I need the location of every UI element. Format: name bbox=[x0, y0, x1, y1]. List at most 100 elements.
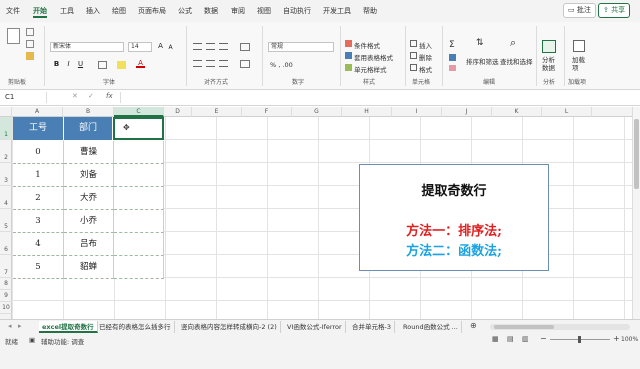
row-header[interactable]: 10 bbox=[0, 302, 12, 314]
column-header[interactable]: C bbox=[114, 107, 164, 117]
column-header[interactable]: I bbox=[392, 107, 442, 117]
row-header[interactable]: 4 bbox=[0, 186, 12, 209]
font-size-select[interactable]: 14 bbox=[128, 42, 152, 52]
align-center-icon[interactable] bbox=[206, 60, 215, 67]
table-cell[interactable]: 小乔 bbox=[64, 210, 114, 233]
grow-font-icon[interactable]: A bbox=[156, 42, 165, 51]
table-cell[interactable] bbox=[114, 210, 164, 233]
insert-cells-button[interactable]: 插入 bbox=[419, 40, 432, 50]
sheet-tab[interactable]: 合并单元格-3 bbox=[349, 321, 395, 333]
zoom-out-button[interactable]: − bbox=[540, 334, 547, 343]
table-cell[interactable]: 曹操 bbox=[64, 141, 114, 164]
sheet-tab[interactable]: VI函数公式-Iferror bbox=[284, 321, 346, 333]
column-header[interactable]: D bbox=[164, 107, 192, 117]
menu-data[interactable]: 数据 bbox=[204, 6, 218, 16]
currency-icon[interactable]: % , .00 bbox=[270, 61, 293, 69]
table-cell[interactable]: 吕布 bbox=[64, 233, 114, 256]
menu-home[interactable]: 开始 bbox=[33, 6, 47, 16]
fill-color-icon[interactable] bbox=[117, 61, 126, 69]
menu-formulas[interactable]: 公式 bbox=[178, 6, 192, 16]
normal-view-icon[interactable]: ▦ bbox=[492, 335, 499, 343]
name-box[interactable]: C1 bbox=[3, 92, 47, 103]
column-header[interactable]: B bbox=[63, 107, 114, 117]
row-header[interactable]: 9 bbox=[0, 290, 12, 302]
table-cell[interactable] bbox=[114, 256, 164, 279]
align-bottom-icon[interactable] bbox=[219, 43, 228, 50]
horizontal-scroll-thumb[interactable] bbox=[494, 325, 554, 329]
page-layout-view-icon[interactable]: ▤ bbox=[507, 335, 514, 343]
enter-icon[interactable]: ✓ bbox=[88, 92, 94, 100]
align-middle-icon[interactable] bbox=[206, 43, 215, 50]
paste-icon[interactable] bbox=[7, 28, 20, 44]
column-header[interactable]: G bbox=[292, 107, 342, 117]
underline-button[interactable]: U bbox=[76, 60, 85, 69]
align-top-icon[interactable] bbox=[193, 43, 202, 50]
selected-cell[interactable]: ✥ bbox=[113, 117, 164, 140]
scroll-thumb[interactable] bbox=[634, 119, 639, 189]
conditional-format-button[interactable]: 条件格式 bbox=[354, 40, 380, 50]
row-header[interactable]: 8 bbox=[0, 278, 12, 290]
menu-developer[interactable]: 开发工具 bbox=[323, 6, 351, 16]
zoom-in-button[interactable]: + bbox=[613, 334, 620, 343]
table-cell[interactable]: 5 bbox=[13, 256, 64, 279]
next-sheet-icon[interactable]: ▸ bbox=[18, 322, 22, 330]
column-header[interactable]: J bbox=[442, 107, 492, 117]
align-left-icon[interactable] bbox=[193, 60, 202, 67]
font-name-select[interactable]: 新宋体 bbox=[50, 42, 124, 52]
table-cell[interactable]: 2 bbox=[13, 187, 64, 210]
row-header[interactable]: 1 bbox=[0, 117, 12, 140]
column-header[interactable]: K bbox=[492, 107, 542, 117]
autosum-icon[interactable]: Σ bbox=[449, 40, 455, 50]
cut-icon[interactable] bbox=[26, 28, 34, 36]
menu-automate[interactable]: 自动执行 bbox=[283, 6, 311, 16]
row-header[interactable]: 2 bbox=[0, 140, 12, 163]
text-box[interactable]: 提取奇数行 方法一：排序法; 方法二：函数法; bbox=[359, 164, 549, 271]
cancel-icon[interactable]: ✕ bbox=[72, 92, 78, 100]
table-cell[interactable] bbox=[114, 141, 164, 164]
zoom-slider[interactable] bbox=[550, 336, 610, 343]
table-cell[interactable]: 貂蝉 bbox=[64, 256, 114, 279]
sort-filter-button[interactable]: 排序和筛选 bbox=[466, 56, 499, 66]
zoom-slider-thumb[interactable] bbox=[578, 336, 581, 343]
table-cell[interactable]: 0 bbox=[13, 141, 64, 164]
table-header-cell[interactable]: 工号 bbox=[13, 117, 64, 140]
macro-record-icon[interactable]: ▣ bbox=[29, 336, 35, 344]
addins-button[interactable]: 加载项 bbox=[572, 56, 586, 72]
menu-page-layout[interactable]: 页面布局 bbox=[138, 6, 166, 16]
wrap-text-icon[interactable] bbox=[240, 43, 250, 51]
table-cell[interactable] bbox=[114, 187, 164, 210]
row-header[interactable]: 3 bbox=[0, 163, 12, 186]
fill-icon[interactable] bbox=[449, 54, 456, 61]
shrink-font-icon[interactable]: A bbox=[166, 43, 175, 52]
column-header[interactable]: L bbox=[542, 107, 592, 117]
add-sheet-icon[interactable]: ⊕ bbox=[470, 321, 477, 330]
table-cell[interactable]: 1 bbox=[13, 164, 64, 187]
menu-insert[interactable]: 插入 bbox=[86, 6, 100, 16]
border-icon[interactable] bbox=[98, 61, 107, 69]
comment-button[interactable]: ▭ 批注 bbox=[563, 3, 596, 18]
menu-review[interactable]: 审阅 bbox=[231, 6, 245, 16]
column-header[interactable]: F bbox=[242, 107, 292, 117]
menu-view[interactable]: 视图 bbox=[257, 6, 271, 16]
menu-help[interactable]: 帮助 bbox=[363, 6, 377, 16]
column-header[interactable]: H bbox=[342, 107, 392, 117]
row-header[interactable]: 6 bbox=[0, 232, 12, 255]
row-header[interactable]: 7 bbox=[0, 255, 12, 278]
sheet-tab[interactable]: 竖向表格内容怎样转成横向-2 (2) bbox=[178, 321, 281, 333]
menu-file[interactable]: 文件 bbox=[6, 6, 20, 16]
vertical-scrollbar[interactable] bbox=[632, 107, 640, 319]
page-break-view-icon[interactable]: ▥ bbox=[522, 335, 529, 343]
menu-draw[interactable]: 绘图 bbox=[112, 6, 126, 16]
font-color-icon[interactable]: A bbox=[136, 59, 145, 68]
column-header[interactable]: E bbox=[192, 107, 242, 117]
bold-button[interactable]: B bbox=[52, 60, 61, 69]
merge-center-icon[interactable] bbox=[240, 60, 250, 68]
format-painter-icon[interactable] bbox=[26, 52, 34, 60]
italic-button[interactable]: I bbox=[64, 60, 73, 69]
zoom-level[interactable]: 100% bbox=[621, 336, 638, 343]
horizontal-scrollbar[interactable] bbox=[490, 324, 630, 330]
find-select-button[interactable]: 查找和选择 bbox=[500, 56, 533, 66]
sheet-tab[interactable]: Round函数公式 ... bbox=[400, 321, 462, 333]
table-format-button[interactable]: 套用表格格式 bbox=[354, 52, 393, 62]
share-button[interactable]: ⇪ 共享 bbox=[598, 3, 631, 18]
